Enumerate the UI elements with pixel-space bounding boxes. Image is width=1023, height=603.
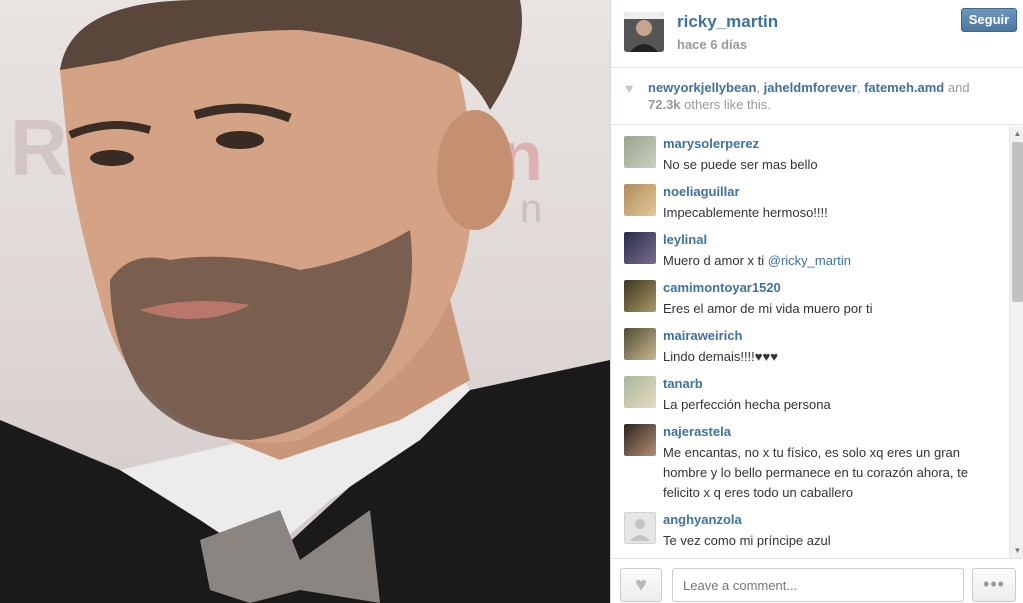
heart-icon: ♥	[635, 574, 647, 596]
comment-list[interactable]: marysolerperez No se puede ser mas bello…	[611, 126, 1011, 558]
post-photo: R n n	[0, 0, 610, 603]
more-icon: •••	[983, 574, 1005, 594]
svg-text:R: R	[10, 103, 68, 192]
comment-input[interactable]	[672, 568, 964, 602]
likes-text: newyorkjellybean, jaheldmforever, fateme…	[648, 79, 998, 113]
commenter-avatar[interactable]	[624, 232, 656, 264]
mention-link[interactable]: @ricky_martin	[768, 253, 851, 268]
likes-summary: ♥ newyorkjellybean, jaheldmforever, fate…	[611, 69, 1023, 125]
liker-link[interactable]: newyorkjellybean	[648, 80, 756, 95]
more-options-button[interactable]: •••	[972, 568, 1016, 602]
commenter-username[interactable]: marysolerperez	[663, 136, 759, 151]
commenter-avatar[interactable]	[624, 376, 656, 408]
arrow-up-icon[interactable]: ▲	[1010, 126, 1023, 141]
commenter-avatar[interactable]	[624, 280, 656, 312]
liker-link[interactable]: fatemeh.amd	[864, 80, 944, 95]
svg-text:n: n	[520, 187, 542, 231]
comment-text: La perfección hecha persona	[663, 397, 831, 412]
post-details-panel: ricky_martin hace 6 días Seguir ♥ newyor…	[610, 0, 1023, 603]
comment-text: Lindo demais!!!!♥♥♥	[663, 349, 778, 364]
scroll-thumb[interactable]	[1012, 142, 1023, 302]
heart-icon: ♥	[625, 80, 634, 96]
commenter-avatar[interactable]	[624, 512, 656, 544]
comment-text: Te vez como mi príncipe azul	[663, 533, 831, 548]
author-avatar[interactable]	[624, 12, 664, 52]
arrow-down-icon[interactable]: ▼	[1010, 543, 1023, 558]
likes-suffix: others like this.	[680, 97, 771, 112]
comment-text: Muero d amor x ti @ricky_martin	[663, 251, 1003, 271]
comment-text: Me encantas, no x tu físico, es solo xq …	[663, 445, 968, 500]
likes-count[interactable]: 72.3k	[648, 97, 681, 112]
commenter-username[interactable]: noeliaguillar	[663, 184, 740, 199]
comment-text: Impecablemente hermoso!!!!	[663, 205, 828, 220]
post-header: ricky_martin hace 6 días Seguir	[611, 0, 1023, 68]
comments-scrollbar[interactable]: ▲ ▼	[1009, 126, 1023, 558]
comment-text: Eres el amor de mi vida muero por ti	[663, 301, 873, 316]
comment-text: No se puede ser mas bello	[663, 157, 818, 172]
likes-separator: ,	[856, 80, 865, 95]
commenter-username[interactable]: anghyanzola	[663, 512, 742, 527]
commenter-username[interactable]: tanarb	[663, 376, 703, 391]
commenter-avatar[interactable]	[624, 328, 656, 360]
likes-separator: ,	[756, 80, 764, 95]
author-username[interactable]: ricky_martin	[677, 12, 778, 32]
follow-button[interactable]: Seguir	[961, 8, 1017, 32]
like-button[interactable]: ♥	[620, 568, 662, 602]
commenter-avatar[interactable]	[624, 424, 656, 456]
commenter-avatar[interactable]	[624, 136, 656, 168]
post-timestamp: hace 6 días	[677, 37, 748, 52]
commenter-avatar[interactable]	[624, 184, 656, 216]
commenter-username[interactable]: mairaweirich	[663, 328, 743, 343]
commenter-username[interactable]: camimontoyar1520	[663, 280, 781, 295]
comment-body: Muero d amor x ti	[663, 253, 768, 268]
liker-link[interactable]: jaheldmforever	[764, 80, 857, 95]
commenter-username[interactable]: leylinal	[663, 232, 707, 247]
likes-and: and	[944, 80, 970, 95]
commenter-username[interactable]: najerastela	[663, 424, 731, 439]
comment-footer: ♥ •••	[611, 558, 1023, 603]
